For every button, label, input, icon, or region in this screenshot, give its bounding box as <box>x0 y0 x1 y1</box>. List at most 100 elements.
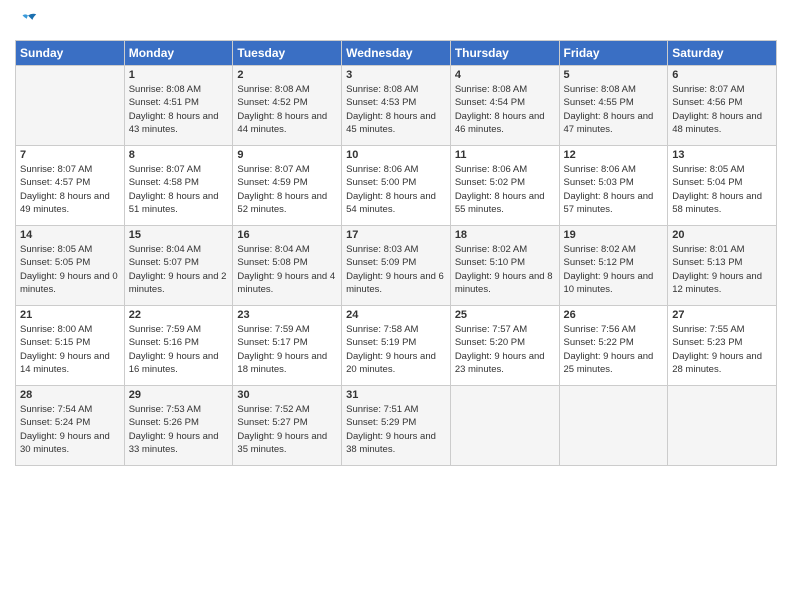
day-info: Sunrise: 8:07 AMSunset: 4:58 PMDaylight:… <box>129 163 229 216</box>
day-cell: 12 Sunrise: 8:06 AMSunset: 5:03 PMDayligh… <box>559 146 668 226</box>
column-header-sunday: Sunday <box>16 41 125 66</box>
day-info: Sunrise: 7:57 AMSunset: 5:20 PMDaylight:… <box>455 323 555 376</box>
day-number: 16 <box>237 229 337 241</box>
day-info: Sunrise: 7:55 AMSunset: 5:23 PMDaylight:… <box>672 323 772 376</box>
day-info: Sunrise: 8:07 AMSunset: 4:56 PMDaylight:… <box>672 83 772 136</box>
day-info: Sunrise: 8:00 AMSunset: 5:15 PMDaylight:… <box>20 323 120 376</box>
column-header-tuesday: Tuesday <box>233 41 342 66</box>
day-cell: 25 Sunrise: 7:57 AMSunset: 5:20 PMDayligh… <box>450 306 559 386</box>
day-number: 30 <box>237 389 337 401</box>
header-row: SundayMondayTuesdayWednesdayThursdayFrid… <box>16 41 777 66</box>
day-cell <box>16 66 125 146</box>
day-number: 3 <box>346 69 446 81</box>
day-number: 15 <box>129 229 229 241</box>
calendar-table: SundayMondayTuesdayWednesdayThursdayFrid… <box>15 40 777 466</box>
day-cell: 13 Sunrise: 8:05 AMSunset: 5:04 PMDayligh… <box>668 146 777 226</box>
day-number: 14 <box>20 229 120 241</box>
day-cell: 26Sunrise: 7:56 AMSunset: 5:22 PMDayligh… <box>559 306 668 386</box>
day-number: 7 <box>20 149 120 161</box>
day-info: Sunrise: 7:51 AMSunset: 5:29 PMDaylight:… <box>346 403 446 456</box>
day-info: Sunrise: 8:02 AMSunset: 5:12 PMDaylight:… <box>564 243 664 296</box>
day-cell: 28Sunrise: 7:54 AMSunset: 5:24 PMDayligh… <box>16 386 125 466</box>
day-number: 29 <box>129 389 229 401</box>
day-number: 26 <box>564 309 664 321</box>
day-cell: 11Sunrise: 8:06 AMSunset: 5:02 PMDayligh… <box>450 146 559 226</box>
day-number: 13 <box>672 149 772 161</box>
day-cell: 20Sunrise: 8:01 AMSunset: 5:13 PMDayligh… <box>668 226 777 306</box>
day-cell: 30 Sunrise: 7:52 AMSunset: 5:27 PMDayligh… <box>233 386 342 466</box>
day-info: Sunrise: 8:04 AMSunset: 5:07 PMDaylight:… <box>129 243 229 296</box>
day-cell: 14 Sunrise: 8:05 AMSunset: 5:05 PMDayligh… <box>16 226 125 306</box>
day-number: 25 <box>455 309 555 321</box>
day-cell: 15 Sunrise: 8:04 AMSunset: 5:07 PMDayligh… <box>124 226 233 306</box>
day-cell: 6 Sunrise: 8:07 AMSunset: 4:56 PMDaylight… <box>668 66 777 146</box>
column-header-friday: Friday <box>559 41 668 66</box>
day-cell: 8Sunrise: 8:07 AMSunset: 4:58 PMDaylight… <box>124 146 233 226</box>
day-cell: 24 Sunrise: 7:58 AMSunset: 5:19 PMDayligh… <box>342 306 451 386</box>
day-cell: 3 Sunrise: 8:08 AMSunset: 4:53 PMDaylight… <box>342 66 451 146</box>
day-info: Sunrise: 8:08 AMSunset: 4:53 PMDaylight:… <box>346 83 446 136</box>
day-info: Sunrise: 8:05 AMSunset: 5:04 PMDaylight:… <box>672 163 772 216</box>
week-row-2: 7Sunrise: 8:07 AMSunset: 4:57 PMDaylight… <box>16 146 777 226</box>
day-cell: 27 Sunrise: 7:55 AMSunset: 5:23 PMDayligh… <box>668 306 777 386</box>
day-cell: 9Sunrise: 8:07 AMSunset: 4:59 PMDaylight… <box>233 146 342 226</box>
week-row-1: 1 Sunrise: 8:08 AMSunset: 4:51 PMDaylight… <box>16 66 777 146</box>
day-cell: 23Sunrise: 7:59 AMSunset: 5:17 PMDayligh… <box>233 306 342 386</box>
day-number: 10 <box>346 149 446 161</box>
day-number: 12 <box>564 149 664 161</box>
day-info: Sunrise: 8:04 AMSunset: 5:08 PMDaylight:… <box>237 243 337 296</box>
day-cell: 2Sunrise: 8:08 AMSunset: 4:52 PMDaylight… <box>233 66 342 146</box>
day-info: Sunrise: 8:08 AMSunset: 4:54 PMDaylight:… <box>455 83 555 136</box>
day-cell: 4 Sunrise: 8:08 AMSunset: 4:54 PMDaylight… <box>450 66 559 146</box>
day-number: 22 <box>129 309 229 321</box>
day-info: Sunrise: 7:59 AMSunset: 5:16 PMDaylight:… <box>129 323 229 376</box>
day-cell: 7Sunrise: 8:07 AMSunset: 4:57 PMDaylight… <box>16 146 125 226</box>
day-cell: 10 Sunrise: 8:06 AMSunset: 5:00 PMDayligh… <box>342 146 451 226</box>
day-cell <box>668 386 777 466</box>
day-number: 31 <box>346 389 446 401</box>
day-info: Sunrise: 7:58 AMSunset: 5:19 PMDaylight:… <box>346 323 446 376</box>
day-number: 1 <box>129 69 229 81</box>
day-number: 18 <box>455 229 555 241</box>
column-header-thursday: Thursday <box>450 41 559 66</box>
week-row-5: 28Sunrise: 7:54 AMSunset: 5:24 PMDayligh… <box>16 386 777 466</box>
day-cell: 5Sunrise: 8:08 AMSunset: 4:55 PMDaylight… <box>559 66 668 146</box>
week-row-3: 14 Sunrise: 8:05 AMSunset: 5:05 PMDayligh… <box>16 226 777 306</box>
logo <box>15 10 39 32</box>
day-number: 2 <box>237 69 337 81</box>
day-cell: 19 Sunrise: 8:02 AMSunset: 5:12 PMDayligh… <box>559 226 668 306</box>
day-number: 4 <box>455 69 555 81</box>
day-info: Sunrise: 8:08 AMSunset: 4:55 PMDaylight:… <box>564 83 664 136</box>
logo-bird-icon <box>17 10 39 32</box>
day-number: 24 <box>346 309 446 321</box>
day-info: Sunrise: 8:03 AMSunset: 5:09 PMDaylight:… <box>346 243 446 296</box>
day-cell <box>559 386 668 466</box>
day-cell: 16 Sunrise: 8:04 AMSunset: 5:08 PMDayligh… <box>233 226 342 306</box>
day-cell: 29 Sunrise: 7:53 AMSunset: 5:26 PMDayligh… <box>124 386 233 466</box>
column-header-wednesday: Wednesday <box>342 41 451 66</box>
header <box>15 10 777 32</box>
day-info: Sunrise: 7:53 AMSunset: 5:26 PMDaylight:… <box>129 403 229 456</box>
day-number: 27 <box>672 309 772 321</box>
day-info: Sunrise: 8:06 AMSunset: 5:00 PMDaylight:… <box>346 163 446 216</box>
day-number: 19 <box>564 229 664 241</box>
day-number: 6 <box>672 69 772 81</box>
day-cell: 1 Sunrise: 8:08 AMSunset: 4:51 PMDaylight… <box>124 66 233 146</box>
day-cell: 21Sunrise: 8:00 AMSunset: 5:15 PMDayligh… <box>16 306 125 386</box>
day-number: 23 <box>237 309 337 321</box>
day-cell: 22 Sunrise: 7:59 AMSunset: 5:16 PMDayligh… <box>124 306 233 386</box>
day-info: Sunrise: 8:06 AMSunset: 5:03 PMDaylight:… <box>564 163 664 216</box>
day-cell: 18 Sunrise: 8:02 AMSunset: 5:10 PMDayligh… <box>450 226 559 306</box>
day-number: 28 <box>20 389 120 401</box>
column-header-monday: Monday <box>124 41 233 66</box>
day-info: Sunrise: 8:02 AMSunset: 5:10 PMDaylight:… <box>455 243 555 296</box>
day-info: Sunrise: 8:05 AMSunset: 5:05 PMDaylight:… <box>20 243 120 296</box>
week-row-4: 21Sunrise: 8:00 AMSunset: 5:15 PMDayligh… <box>16 306 777 386</box>
day-cell: 31 Sunrise: 7:51 AMSunset: 5:29 PMDayligh… <box>342 386 451 466</box>
day-info: Sunrise: 7:52 AMSunset: 5:27 PMDaylight:… <box>237 403 337 456</box>
calendar-page: SundayMondayTuesdayWednesdayThursdayFrid… <box>0 0 792 612</box>
day-info: Sunrise: 8:06 AMSunset: 5:02 PMDaylight:… <box>455 163 555 216</box>
day-number: 17 <box>346 229 446 241</box>
day-info: Sunrise: 8:07 AMSunset: 4:59 PMDaylight:… <box>237 163 337 216</box>
day-info: Sunrise: 8:08 AMSunset: 4:51 PMDaylight:… <box>129 83 229 136</box>
